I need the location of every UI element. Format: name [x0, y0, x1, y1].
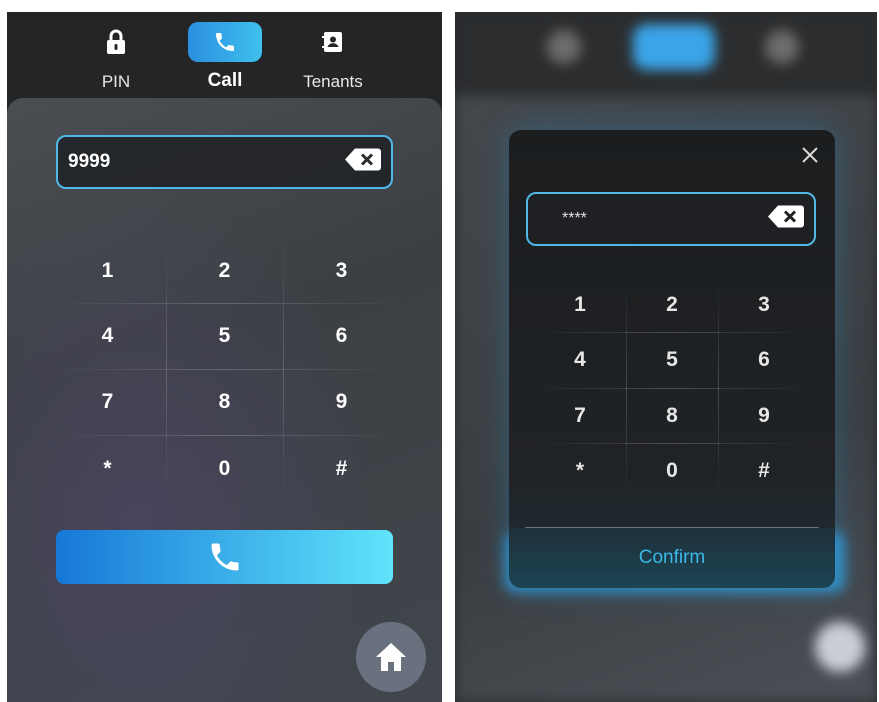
tab-call-label: Call: [207, 70, 243, 91]
key-9[interactable]: 9: [283, 369, 400, 435]
pin-key-5[interactable]: 5: [626, 332, 718, 388]
tab-tenants[interactable]: Tenants: [288, 12, 378, 104]
phone-icon: [188, 22, 262, 62]
pin-keypad: 1 2 3 4 5 6 7 8 9 * 0 #: [534, 278, 810, 498]
home-button[interactable]: [356, 622, 426, 692]
pin-input[interactable]: ****: [526, 192, 816, 246]
call-button[interactable]: [56, 530, 393, 584]
pin-input-value: ****: [562, 210, 587, 227]
keypad: 1 2 3 4 5 6 7 8 9 * 0 #: [49, 238, 400, 502]
number-input[interactable]: 9999: [56, 135, 393, 189]
key-hash[interactable]: #: [283, 435, 400, 502]
key-5[interactable]: 5: [166, 303, 283, 369]
call-screen: PIN Call Tenants 9999 1 2 3 4 5 6 7 8 9 …: [7, 12, 442, 702]
tab-pin[interactable]: PIN: [71, 12, 161, 104]
tab-pin-label: PIN: [101, 72, 131, 91]
key-8[interactable]: 8: [166, 369, 283, 435]
dial-card: 9999 1 2 3 4 5 6 7 8 9 * 0 #: [7, 98, 442, 702]
key-3[interactable]: 3: [283, 238, 400, 303]
key-6[interactable]: 6: [283, 303, 400, 369]
number-input-value: 9999: [68, 151, 111, 172]
confirm-button[interactable]: Confirm: [509, 528, 835, 588]
pin-key-1[interactable]: 1: [534, 278, 626, 332]
pin-key-hash[interactable]: #: [718, 443, 810, 498]
contacts-icon: [296, 22, 370, 62]
key-2[interactable]: 2: [166, 238, 283, 303]
backspace-icon[interactable]: [768, 205, 804, 233]
lock-icon: [79, 22, 153, 62]
key-star[interactable]: *: [49, 435, 166, 502]
pin-key-2[interactable]: 2: [626, 278, 718, 332]
pin-dialog-screen: **** 1 2 3 4 5 6 7 8 9 * 0 # Confirm: [455, 12, 877, 702]
key-7[interactable]: 7: [49, 369, 166, 435]
tab-tenants-label: Tenants: [303, 72, 363, 91]
pin-key-8[interactable]: 8: [626, 388, 718, 443]
pin-key-3[interactable]: 3: [718, 278, 810, 332]
pin-key-6[interactable]: 6: [718, 332, 810, 388]
key-4[interactable]: 4: [49, 303, 166, 369]
key-0[interactable]: 0: [166, 435, 283, 502]
pin-key-0[interactable]: 0: [626, 443, 718, 498]
close-icon[interactable]: [801, 146, 819, 164]
pin-key-9[interactable]: 9: [718, 388, 810, 443]
pin-key-7[interactable]: 7: [534, 388, 626, 443]
key-1[interactable]: 1: [49, 238, 166, 303]
tab-call[interactable]: Call: [180, 12, 270, 104]
pin-key-star[interactable]: *: [534, 443, 626, 498]
pin-key-4[interactable]: 4: [534, 332, 626, 388]
pin-dialog: **** 1 2 3 4 5 6 7 8 9 * 0 # Confirm: [509, 130, 835, 588]
backspace-icon[interactable]: [345, 148, 381, 176]
top-nav: PIN Call Tenants: [7, 12, 442, 104]
